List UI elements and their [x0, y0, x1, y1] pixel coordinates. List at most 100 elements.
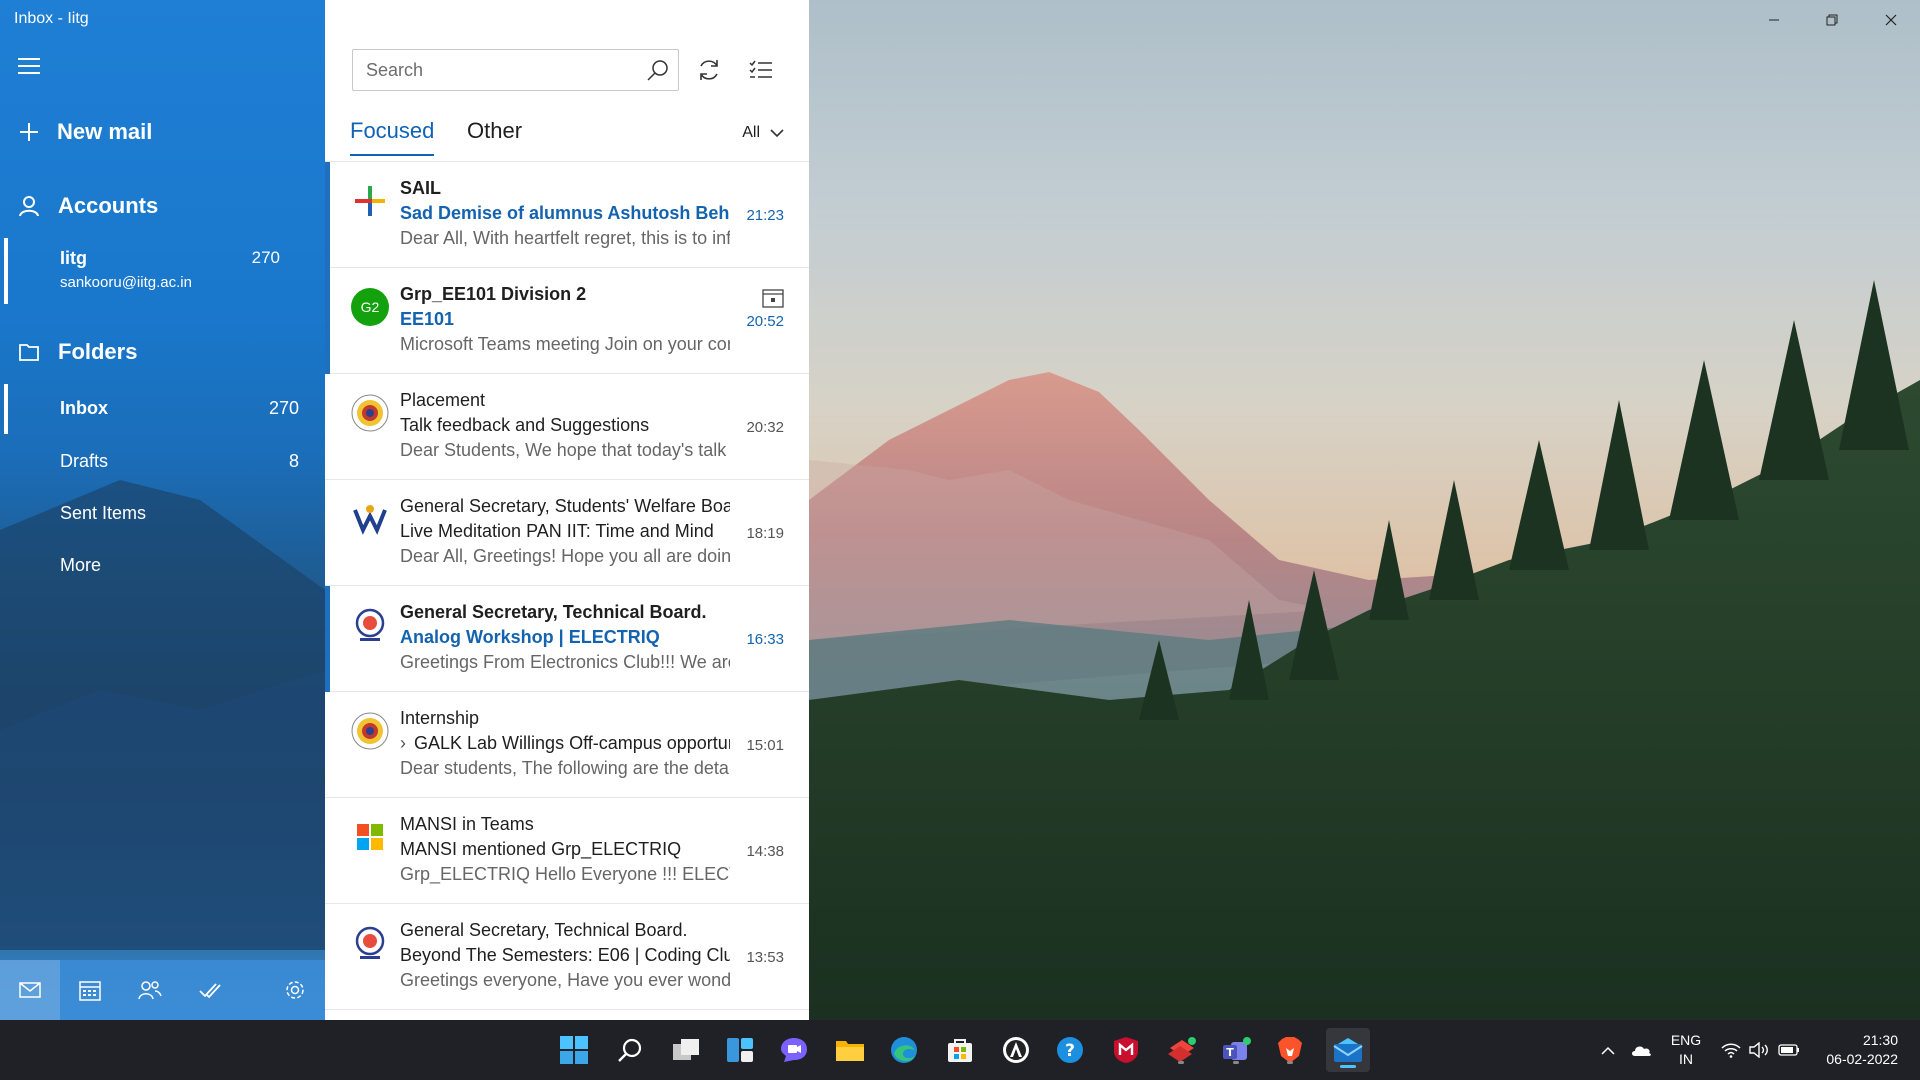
restore-button[interactable] [1803, 0, 1861, 40]
taskbar-search-button[interactable] [612, 1032, 648, 1068]
message-preview: Dear Students, We hope that today's talk [400, 440, 727, 460]
search-icon [647, 60, 668, 81]
message-sender: Grp_EE101 Division 2 [400, 284, 587, 304]
message-item[interactable]: MANSI in Teams MANSI mentioned Grp_ELECT… [325, 798, 809, 904]
onedrive-cloud-icon [1632, 1046, 1651, 1056]
app-switcher-bar [0, 960, 325, 1020]
selection-mode-button[interactable] [745, 54, 777, 86]
edge-icon [891, 1037, 917, 1063]
volume-button[interactable] [1744, 1020, 1774, 1080]
message-preview: Dear All, Greetings! Hope you all are do… [400, 546, 730, 566]
message-item[interactable]: Placement Talk feedback and Suggestions … [325, 374, 809, 480]
task-view-button[interactable] [668, 1032, 704, 1068]
settings-button[interactable] [281, 976, 309, 1004]
tab-focused[interactable]: Focused [350, 118, 435, 156]
search-icon [618, 1038, 642, 1062]
people-icon [138, 981, 162, 1000]
show-hidden-icons-button[interactable] [1596, 1020, 1620, 1080]
message-preview: Greetings From Electronics Club!!! We ar… [400, 652, 730, 672]
brave-browser-button[interactable] [1272, 1032, 1308, 1068]
calendar-invite-icon [762, 289, 784, 308]
message-time: 16:33 [746, 631, 784, 648]
folder-drafts[interactable]: Drafts 8 [0, 437, 325, 487]
chevron-right-icon: › [400, 733, 406, 753]
anydesk-button[interactable] [1163, 1032, 1199, 1068]
file-explorer-button[interactable] [832, 1032, 868, 1068]
active-app-indicator [1340, 1065, 1356, 1068]
svg-text:?: ? [1065, 1041, 1075, 1061]
chat-button[interactable] [776, 1032, 812, 1068]
unread-indicator [325, 268, 330, 374]
filter-label: All [742, 124, 760, 141]
running-indicator [1287, 1061, 1293, 1064]
plus-icon [18, 121, 40, 143]
folder-label: Inbox [60, 398, 108, 418]
get-help-button[interactable]: ? [1052, 1032, 1088, 1068]
widgets-icon [727, 1038, 753, 1062]
settings-icon [286, 981, 304, 999]
message-item[interactable]: General Secretary, Technical Board. Anal… [325, 586, 809, 692]
message-item[interactable]: General Secretary, Students' Welfare Boa… [325, 480, 809, 586]
unread-indicator [325, 162, 330, 268]
taskbar: ? T ENG IN 21:30 06-02-2022 [0, 1020, 1920, 1080]
new-mail-button[interactable]: New mail [0, 112, 325, 152]
folder-icon [18, 341, 40, 363]
folder-inbox[interactable]: Inbox 270 [0, 384, 325, 434]
tab-other[interactable]: Other [467, 118, 522, 144]
folder-sent-items[interactable]: Sent Items [0, 489, 325, 539]
clock[interactable]: 21:30 06-02-2022 [1808, 1031, 1898, 1069]
mcafee-button[interactable] [1108, 1032, 1144, 1068]
svg-text:T: T [1226, 1046, 1234, 1059]
message-time: 15:01 [746, 737, 784, 754]
message-sender: MANSI in Teams [400, 814, 534, 834]
help-icon: ? [1057, 1037, 1083, 1063]
pinned-app-button[interactable] [998, 1032, 1034, 1068]
message-subject: Beyond The Semesters: E06 | Coding Club [400, 945, 730, 965]
switch-to-todo-button[interactable] [196, 976, 224, 1004]
speaker-icon [1749, 1042, 1768, 1058]
switch-to-mail-button[interactable] [0, 960, 60, 1020]
chevron-up-icon [1601, 1046, 1615, 1055]
tab-focused-label: Focused [350, 118, 435, 143]
hamburger-menu-button[interactable] [18, 58, 42, 78]
close-button[interactable] [1862, 0, 1920, 40]
folder-count: 270 [268, 398, 299, 418]
message-sender: Placement [400, 390, 486, 410]
mountain-landscape [809, 280, 1920, 1020]
teams-button[interactable]: T [1218, 1032, 1254, 1068]
folders-header[interactable]: Folders [0, 332, 325, 372]
message-item[interactable]: G2 Grp_EE101 Division 2 EE101 Microsoft … [325, 268, 809, 374]
account-unread-count: 270 [251, 248, 280, 267]
battery-button[interactable] [1774, 1020, 1804, 1080]
minimize-button[interactable] [1745, 0, 1803, 40]
start-button[interactable] [556, 1032, 592, 1068]
mail-app-button[interactable] [1326, 1028, 1370, 1072]
folder-more[interactable]: More [0, 541, 325, 591]
microsoft-store-button[interactable] [942, 1032, 978, 1068]
message-item[interactable]: SAIL Sad Demise of alumnus Ashutosh Behe… [325, 162, 809, 268]
battery-icon [1778, 1044, 1799, 1056]
message-sender: General Secretary, Technical Board. [400, 920, 688, 940]
filter-dropdown[interactable]: All [742, 124, 784, 142]
account-item[interactable]: Iitg sankooru@iitg.ac.in 270 [0, 238, 325, 304]
search-input[interactable]: Search [366, 60, 638, 81]
clock-time: 21:30 [1862, 1032, 1898, 1048]
message-item[interactable]: Internship › GALK Lab Willings Off-campus… [325, 692, 809, 798]
brave-icon [1278, 1037, 1302, 1063]
network-button[interactable] [1716, 1020, 1746, 1080]
accounts-header[interactable]: Accounts [0, 186, 325, 226]
checklist-icon [749, 60, 772, 78]
input-language-indicator[interactable]: ENG IN [1664, 1031, 1708, 1069]
switch-to-people-button[interactable] [136, 976, 164, 1004]
widgets-button[interactable] [722, 1032, 758, 1068]
switch-to-calendar-button[interactable] [76, 976, 104, 1004]
sync-button[interactable] [693, 54, 725, 86]
onedrive-button[interactable] [1626, 1020, 1656, 1080]
edge-browser-button[interactable] [886, 1032, 922, 1068]
search-box[interactable]: Search [352, 49, 679, 91]
message-item[interactable]: General Secretary, Technical Board. Beyo… [325, 904, 809, 1010]
message-time: 20:32 [746, 419, 784, 436]
message-subject: Talk feedback and Suggestions [400, 415, 650, 435]
search-button[interactable] [638, 50, 678, 90]
message-sender: SAIL [400, 178, 442, 198]
